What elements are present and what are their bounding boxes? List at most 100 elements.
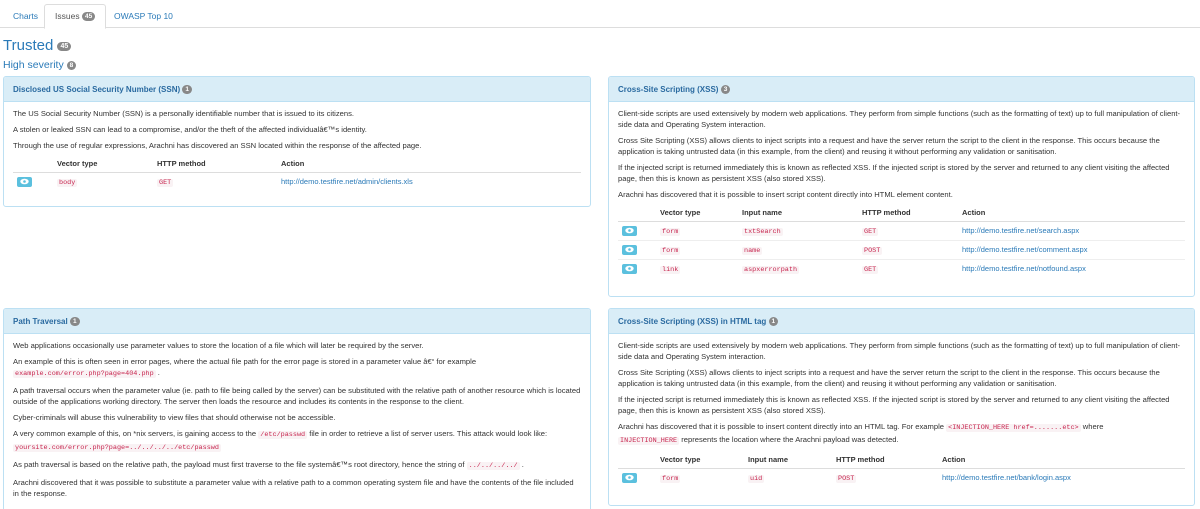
- panel-title-path-traversal: Path Traversal: [13, 317, 68, 326]
- injection-example-code: <INJECTION_HERE href=.......etc>: [946, 424, 1081, 432]
- table-row: link aspxerrorpath GET http://demo.testf…: [618, 258, 1185, 278]
- xss-tag-paragraph: Cross Site Scripting (XSS) allows client…: [618, 368, 1160, 388]
- view-button[interactable]: [622, 225, 637, 236]
- xss-paragraph: Arachni has discovered that it is possib…: [618, 190, 953, 199]
- tab-issues-label: Issues: [55, 11, 80, 21]
- trusted-heading: Trusted 45: [3, 37, 72, 54]
- xss-tag-vector-table: Vector type Input name HTTP method Actio…: [618, 452, 1185, 487]
- http-method-value: GET: [157, 178, 174, 187]
- col-vector-type: Vector type: [53, 156, 153, 173]
- traverse-code: ../../../../: [466, 462, 520, 470]
- path-p5-rest: file in order to retrieve a list of serv…: [309, 429, 548, 438]
- injection-here-code: INJECTION_HERE: [618, 437, 680, 445]
- xss-tag-paragraph: If the injected script is returned immed…: [618, 395, 1170, 415]
- vector-type-value: form: [660, 474, 681, 483]
- action-link[interactable]: http://demo.testfire.net/admin/clients.x…: [281, 177, 413, 186]
- xss-tag-last-text: Arachni has discovered that it is possib…: [618, 422, 944, 431]
- col-vector-type: Vector type: [656, 452, 744, 469]
- trusted-count-badge: 45: [57, 42, 72, 51]
- tab-charts-label: Charts: [13, 11, 39, 21]
- ssn-vector-table: Vector type HTTP method Action body GET …: [13, 156, 581, 191]
- vector-type-value: form: [660, 246, 681, 255]
- input-name-value: uid: [748, 474, 765, 483]
- table-row: form name POST http://demo.testfire.net/…: [618, 239, 1185, 259]
- path-paragraph: Cyber-criminals will abuse this vulnerab…: [13, 413, 336, 422]
- path-p6-text: As path traversal is based on the relati…: [13, 460, 465, 469]
- issue-panel-path-traversal: Path Traversal 1 Web applications occasi…: [3, 308, 591, 509]
- col-input-name: Input name: [738, 205, 858, 222]
- panel-heading-xss[interactable]: Cross-Site Scripting (XSS) 3: [609, 77, 1194, 102]
- view-button[interactable]: [17, 176, 32, 187]
- col-input-name: Input name: [744, 452, 832, 469]
- ssn-paragraph: A stolen or leaked SSN can lead to a com…: [13, 125, 367, 134]
- xss-paragraph: Cross Site Scripting (XSS) allows client…: [618, 136, 1160, 156]
- table-row: form uid POST http://demo.testfire.net/b…: [618, 467, 1185, 487]
- eye-icon: [625, 227, 634, 234]
- action-link[interactable]: http://demo.testfire.net/notfound.aspx: [962, 264, 1086, 273]
- col-vector-type: Vector type: [656, 205, 738, 222]
- path-paragraph: A path traversal occurs when the paramet…: [13, 386, 581, 406]
- panel-title-ssn: Disclosed US Social Security Number (SSN…: [13, 85, 181, 94]
- table-row: body GET http://demo.testfire.net/admin/…: [13, 171, 581, 191]
- vector-type-value: form: [660, 227, 681, 236]
- http-method-value: POST: [836, 474, 857, 483]
- xss-paragraph: Client-side scripts are used extensively…: [618, 109, 1181, 129]
- issue-panel-xss-html-tag: Cross-Site Scripting (XSS) in HTML tag 1…: [608, 308, 1195, 506]
- col-action: Action: [958, 205, 1185, 222]
- action-link[interactable]: http://demo.testfire.net/bank/login.aspx: [942, 473, 1071, 482]
- issues-count-badge: 45: [81, 12, 96, 21]
- eye-icon: [625, 246, 634, 253]
- high-severity-label: High severity: [3, 59, 64, 71]
- view-button[interactable]: [622, 244, 637, 255]
- path-p2-text: An example of this is often seen in erro…: [13, 357, 477, 366]
- input-name-value: txtSearch: [742, 227, 783, 236]
- path-paragraph: A very common example of this, on *nix s…: [13, 428, 581, 454]
- action-link[interactable]: http://demo.testfire.net/search.aspx: [962, 226, 1079, 235]
- high-severity-heading[interactable]: High severity 8: [3, 59, 77, 71]
- col-action: Action: [938, 452, 1185, 469]
- xss-tag-last-end: represents the location where the Arachn…: [681, 435, 899, 444]
- panel-heading-xss-html-tag[interactable]: Cross-Site Scripting (XSS) in HTML tag 1: [609, 309, 1194, 334]
- high-severity-count-badge: 8: [66, 61, 77, 70]
- panel-heading-path-traversal[interactable]: Path Traversal 1: [4, 309, 590, 334]
- tab-owasp-top-10[interactable]: OWASP Top 10: [103, 4, 184, 29]
- panel-title-xss-html-tag: Cross-Site Scripting (XSS) in HTML tag: [618, 317, 767, 326]
- vector-type-value: body: [57, 178, 78, 187]
- xss-tag-paragraph: Arachni has discovered that it is possib…: [618, 421, 1185, 447]
- input-name-value: aspxerrorpath: [742, 265, 800, 274]
- panel-title-xss: Cross-Site Scripting (XSS): [618, 85, 719, 94]
- tab-owasp-label: OWASP Top 10: [114, 11, 173, 21]
- ssn-paragraph: The US Social Security Number (SSN) is a…: [13, 109, 355, 118]
- xss-tag-paragraph: Client-side scripts are used extensively…: [618, 341, 1181, 361]
- col-http-method: HTTP method: [832, 452, 938, 469]
- tab-bar: Charts Issues 45 OWASP Top 10: [0, 0, 1200, 29]
- vector-type-value: link: [660, 265, 681, 274]
- tab-issues[interactable]: Issues 45: [44, 4, 107, 29]
- path-paragraph: An example of this is often seen in erro…: [13, 357, 477, 378]
- path-example-code: example.com/error.php?page=404.php: [13, 370, 156, 378]
- view-button[interactable]: [622, 263, 637, 274]
- path-paragraph: Web applications occasionally use parame…: [13, 341, 424, 350]
- tab-charts[interactable]: Charts: [2, 4, 49, 29]
- xss-count-badge: 3: [720, 85, 731, 94]
- panel-heading-ssn[interactable]: Disclosed US Social Security Number (SSN…: [4, 77, 590, 102]
- ssn-count-badge: 1: [182, 85, 193, 94]
- col-http-method: HTTP method: [153, 156, 277, 173]
- path-paragraph: Arachni discovered that it was possible …: [13, 478, 574, 498]
- http-method-value: POST: [862, 246, 883, 255]
- passwd-code: /etc/passwd: [258, 431, 308, 439]
- eye-icon: [625, 474, 634, 481]
- xss-tag-count-badge: 1: [768, 317, 779, 326]
- xss-paragraph: If the injected script is returned immed…: [618, 163, 1170, 183]
- ssn-paragraph: Through the use of regular expressions, …: [13, 141, 422, 150]
- action-link[interactable]: http://demo.testfire.net/comment.aspx: [962, 245, 1087, 254]
- col-action: Action: [277, 156, 581, 173]
- eye-icon: [625, 265, 634, 272]
- path-paragraph: As path traversal is based on the relati…: [13, 460, 524, 470]
- table-row: form txtSearch GET http://demo.testfire.…: [618, 220, 1185, 240]
- view-button[interactable]: [622, 472, 637, 483]
- col-http-method: HTTP method: [858, 205, 958, 222]
- path-count-badge: 1: [69, 317, 80, 326]
- xss-vector-table: Vector type Input name HTTP method Actio…: [618, 205, 1185, 278]
- issue-panel-ssn: Disclosed US Social Security Number (SSN…: [3, 76, 591, 207]
